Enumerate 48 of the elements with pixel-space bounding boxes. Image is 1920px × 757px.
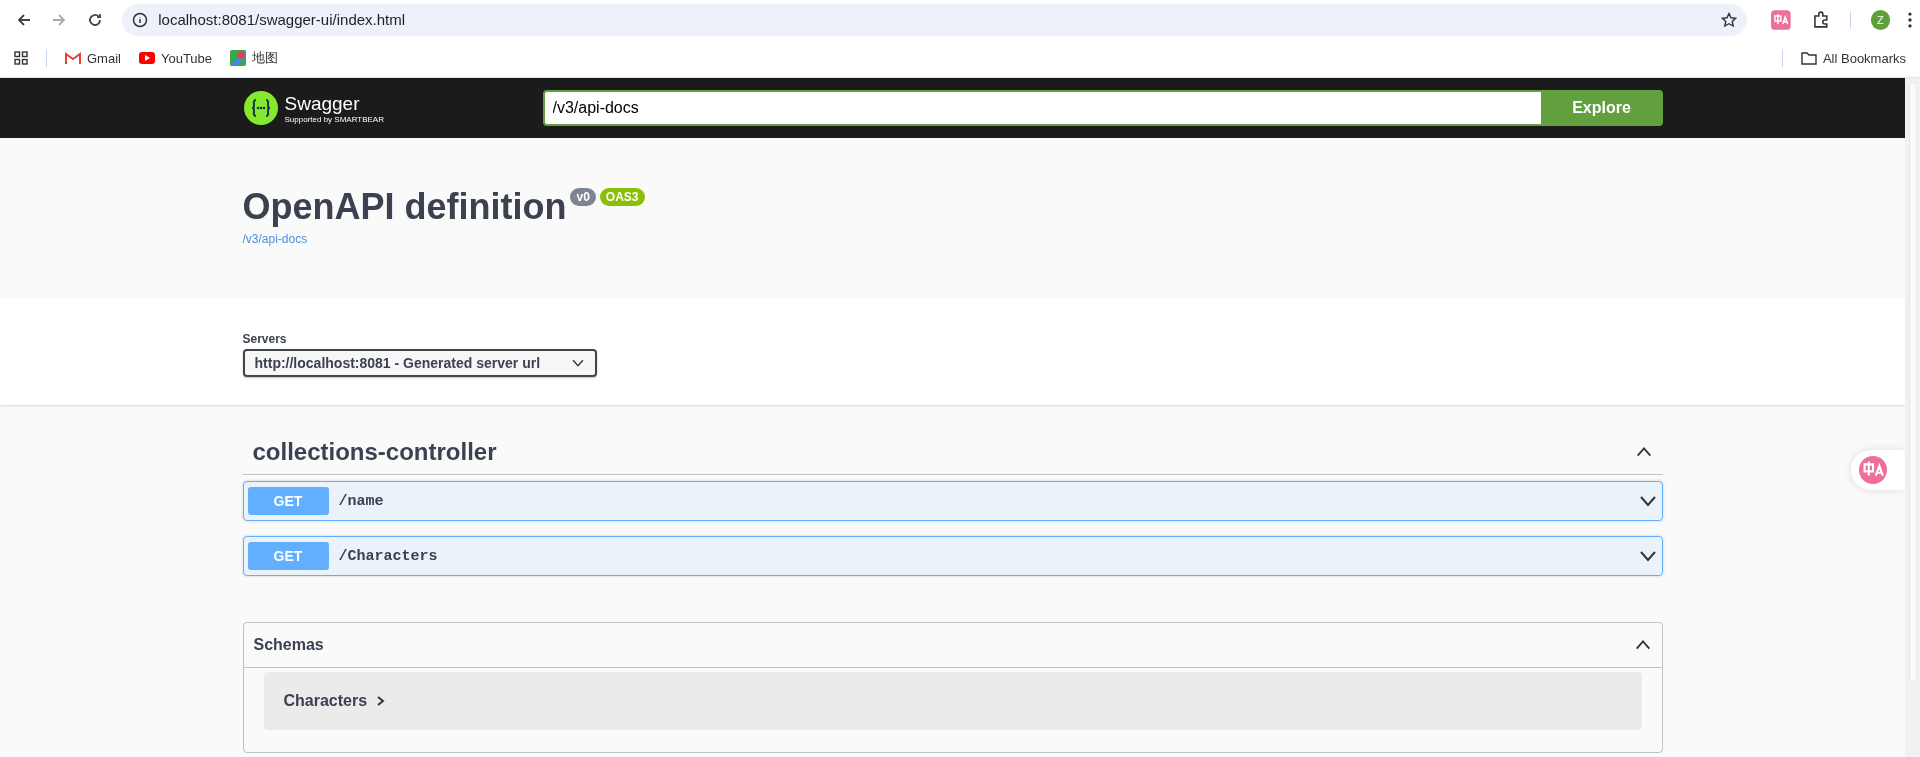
- bookmark-label: Gmail: [87, 50, 121, 66]
- operation-row[interactable]: GET /name: [242, 481, 1663, 521]
- reload-icon: [86, 11, 103, 28]
- schemas-header[interactable]: Schemas: [243, 623, 1662, 668]
- tag-name: collections-controller: [252, 437, 497, 466]
- spec-url-field[interactable]: /v3/api-docs: [542, 90, 1541, 126]
- translate-float-button[interactable]: [1851, 450, 1905, 490]
- address-bar[interactable]: localhost:8081/swagger-ui/index.html: [122, 3, 1748, 36]
- method-badge: GET: [247, 542, 329, 570]
- scrollbar[interactable]: [1905, 78, 1920, 757]
- smartbear-tagline: Supported by SMARTBEAR: [284, 114, 384, 124]
- operation-row[interactable]: GET /Characters: [242, 536, 1663, 576]
- info-icon: [132, 11, 149, 28]
- map-pin-icon: [230, 50, 247, 67]
- all-bookmarks-label: All Bookmarks: [1822, 50, 1906, 66]
- servers-label: Servers: [242, 332, 288, 346]
- mail-icon: [65, 52, 81, 65]
- bookmark-link[interactable]: YouTube: [138, 50, 213, 66]
- play-icon: [138, 52, 155, 65]
- collapsed-chevron-icon: [375, 695, 386, 707]
- translate-extension-icon: [1771, 9, 1791, 30]
- apps-grid-icon[interactable]: [14, 51, 28, 66]
- puzzle-icon[interactable]: [1812, 10, 1831, 29]
- swagger-logo-text: Swagger: [284, 92, 361, 115]
- bookmark-label: 地图: [252, 49, 279, 68]
- model-name: Characters: [283, 692, 368, 710]
- api-title: OpenAPI definition: [242, 186, 567, 228]
- swagger-logo-icon: [242, 90, 279, 126]
- more-icon[interactable]: [1908, 11, 1912, 28]
- translate-icon: [1859, 456, 1887, 484]
- bookmark-label: YouTube: [160, 50, 213, 66]
- tag-header[interactable]: collections-controller: [242, 429, 1663, 475]
- model-row[interactable]: Characters: [263, 672, 1642, 730]
- server-select[interactable]: http://localhost:8081 - Generated server url: [242, 349, 597, 377]
- star-icon[interactable]: [1721, 11, 1738, 28]
- schemas-title: Schemas: [253, 636, 324, 654]
- method-badge: GET: [247, 487, 329, 515]
- operation-path: /name: [338, 492, 385, 510]
- folder-icon: [1800, 51, 1817, 66]
- url-text: localhost:8081/swagger-ui/index.html: [158, 11, 407, 29]
- all-bookmarks-link[interactable]: All Bookmarks: [1800, 50, 1906, 66]
- bookmark-link[interactable]: Gmail: [65, 50, 121, 66]
- version-badge: v0: [570, 188, 596, 206]
- back-arrow-icon: [15, 11, 32, 28]
- oas-badge: OAS3: [599, 188, 645, 206]
- bookmark-link[interactable]: 地图: [230, 49, 279, 68]
- operation-path: /Characters: [338, 547, 439, 565]
- forward-arrow-icon: [51, 11, 68, 28]
